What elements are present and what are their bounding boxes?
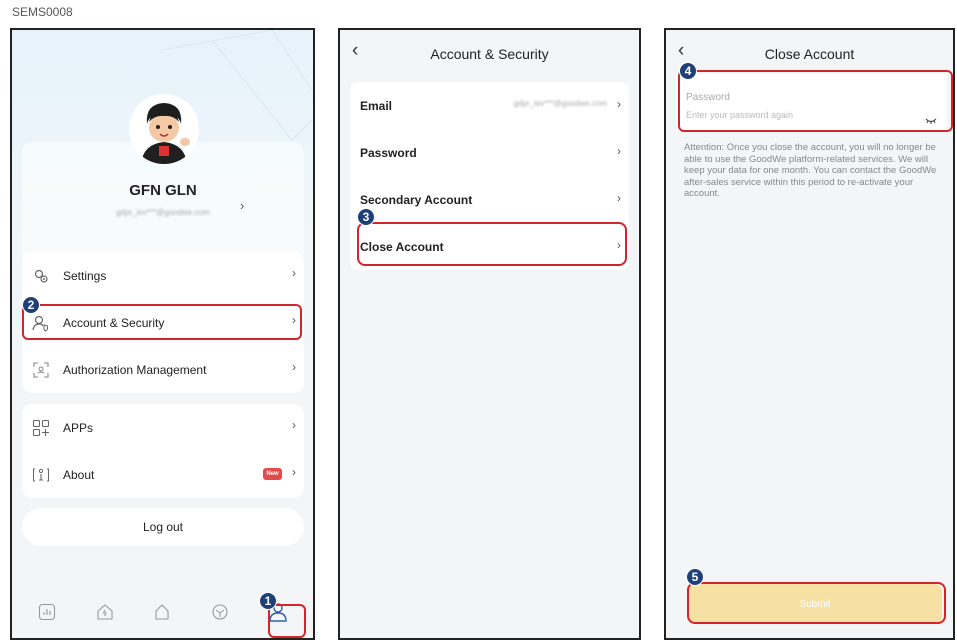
tab-device[interactable]	[149, 599, 175, 625]
back-arrow-icon[interactable]: ‹	[352, 40, 358, 62]
chevron-right-icon: ›	[292, 418, 296, 432]
user-email: gdpr_lev***@goodwe.com	[116, 208, 210, 217]
phone-screen-profile: GFN GLN gdpr_lev***@goodwe.com › Setting…	[10, 28, 315, 640]
page-title: Close Account	[764, 46, 855, 62]
chevron-right-icon: ›	[617, 144, 621, 158]
row-label: Email	[360, 98, 393, 113]
row-password[interactable]: Password ›	[350, 129, 629, 176]
device-icon	[155, 604, 170, 620]
menu-item-label: Authorization Management	[63, 362, 207, 377]
highlight-submit-button	[687, 582, 946, 624]
highlight-close-account	[357, 222, 627, 266]
menu-group-apps: APPs › About New ›	[22, 404, 304, 498]
row-email[interactable]: Email gdpr_lev***@goodwe.com ›	[350, 82, 629, 129]
step-marker-3: 3	[357, 208, 375, 226]
chevron-right-icon: ›	[292, 360, 296, 374]
back-arrow-icon[interactable]: ‹	[678, 40, 684, 62]
row-email-value: gdpr_lev***@goodwe.com	[513, 99, 607, 108]
attention-notice: Attention: Once you close the account, y…	[684, 142, 937, 199]
page-title: Account & Security	[430, 46, 549, 62]
highlight-profile-tab	[268, 604, 306, 638]
phone-screen-account-security: ‹ Account & Security Email gdpr_lev***@g…	[338, 28, 641, 640]
menu-item-settings[interactable]: Settings ›	[22, 252, 304, 299]
step-marker-2: 2	[22, 296, 40, 314]
about-icon	[32, 466, 50, 484]
chevron-right-icon: ›	[617, 97, 621, 111]
document-id: SEMS0008	[12, 5, 73, 19]
tab-shield[interactable]	[207, 599, 233, 625]
step-marker-1: 1	[259, 592, 277, 610]
tab-chart[interactable]	[34, 599, 60, 625]
avatar[interactable]	[129, 94, 199, 164]
menu-item-label: APPs	[63, 420, 94, 435]
new-badge: New	[263, 468, 282, 480]
row-secondary-account[interactable]: Secondary Account ›	[350, 176, 629, 223]
home-icon	[97, 604, 113, 620]
nav-bar: ‹ Account & Security	[340, 30, 639, 78]
highlight-password-field	[678, 70, 953, 132]
highlight-account-security	[22, 304, 302, 340]
phone-screen-close-account: ‹ Close Account Password Attention: Once…	[664, 28, 955, 640]
user-name: GFN GLN	[129, 182, 197, 199]
row-label: Secondary Account	[360, 192, 473, 207]
step-marker-5: 5	[686, 568, 704, 586]
menu-item-label: About	[63, 467, 95, 482]
chevron-right-icon: ›	[617, 191, 621, 205]
chevron-right-icon: ›	[292, 465, 296, 479]
chevron-right-icon[interactable]: ›	[240, 198, 244, 213]
shield-icon	[212, 604, 228, 620]
menu-item-authorization-management[interactable]: Authorization Management ›	[22, 346, 304, 393]
tab-home[interactable]	[92, 599, 118, 625]
chevron-right-icon: ›	[292, 266, 296, 280]
chart-icon	[38, 603, 55, 621]
apps-icon	[32, 419, 50, 437]
menu-item-label: Settings	[63, 268, 107, 283]
step-marker-4: 4	[679, 62, 697, 80]
menu-item-about[interactable]: About New ›	[22, 451, 304, 498]
menu-item-apps[interactable]: APPs ›	[22, 404, 304, 451]
settings-icon	[32, 267, 50, 285]
row-label: Password	[360, 145, 417, 160]
scan-icon	[32, 361, 50, 379]
logout-button[interactable]: Log out	[22, 508, 304, 546]
